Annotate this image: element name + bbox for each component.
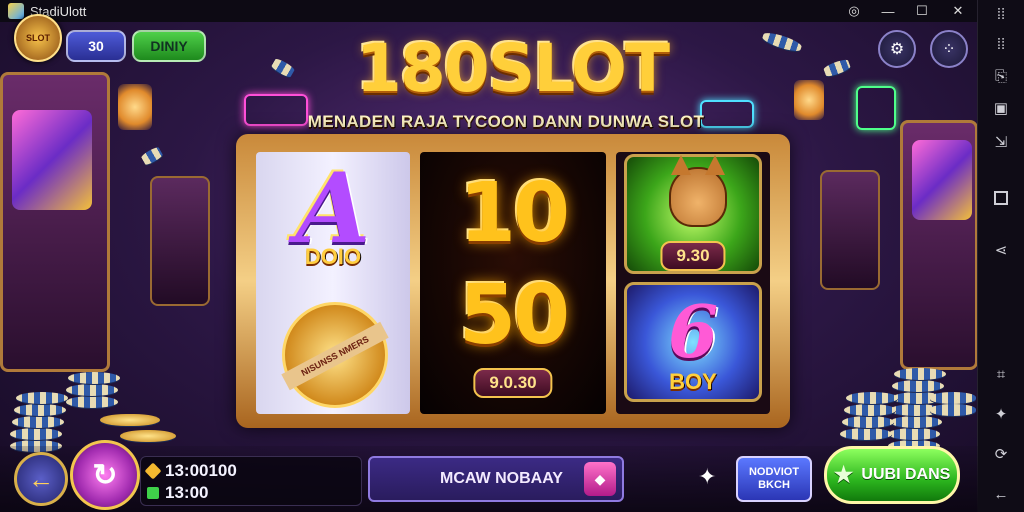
settings-icon[interactable]: ◎ [840,0,868,22]
chip [844,404,896,416]
symbol-number-top: 10 [458,166,570,261]
window-box-icon [994,191,1008,205]
gem-icon [147,487,159,499]
chip [100,414,160,426]
autospin-button[interactable]: ↻ [70,440,140,510]
close-button[interactable]: ✕ [944,0,972,22]
window-title-bar: StadiUlott ◎ — ☐ ✕ [0,0,978,22]
chip [16,392,68,404]
symbol-six: 6 [667,289,719,374]
reel-3: 9.30 6 BOY [616,152,770,414]
floating-coin [140,145,164,167]
balance-panel: 13:00100 13:00 [140,456,362,506]
chip [890,416,942,428]
chip [930,404,976,416]
mode-label-line1: NODVIOT [748,466,800,478]
maximize-button[interactable]: ☐ [908,0,936,22]
reel-frame: A DOIO NISUNSS NMERS 10 50 9.0.30 9.30 6… [236,134,790,428]
slot-machine-mid-right [820,170,880,290]
camera-icon[interactable]: ⌗ [991,364,1011,384]
chip [12,416,64,428]
chip [120,430,176,442]
slot-machine-right-screen [912,140,972,220]
reel-value-tag: 9.0.30 [473,368,553,398]
gold-medal-symbol: NISUNSS NMERS [281,302,389,408]
symbol-number-bottom: 50 [458,268,570,363]
install-apk-icon[interactable]: ⇲ [991,132,1011,152]
six-symbol-tile: 6 BOY [624,282,762,402]
game-logo: 180SLOT [355,30,670,107]
mode-label-line2: BKCH [758,479,790,491]
minimize-button[interactable]: — [874,0,902,22]
chip [840,428,892,440]
back-button[interactable]: ← [14,452,68,506]
dog-symbol-tile: 9.30 [624,154,762,274]
share-icon[interactable]: ⋖ [991,240,1011,260]
rotate-icon[interactable]: ⟳ [991,444,1011,464]
chip [888,428,940,440]
window-icon[interactable] [991,188,1011,208]
bet-label: UUBI DANS [861,466,951,483]
reel-1: A DOIO NISUNSS NMERS [256,152,410,414]
grid-dots-icon[interactable]: ⁞⁞ [991,4,1011,24]
chip [842,416,894,428]
mode-button[interactable]: NODVIOT BKCH [736,456,812,502]
bet-button[interactable]: ★ UUBI DANS [824,446,960,504]
app-icon [8,3,24,19]
balance-row: 13:00100 [144,461,237,481]
reel-2: 10 50 9.0.30 [420,152,606,414]
slot-machine-mid-left [150,176,210,306]
chip [930,392,976,404]
chip [66,384,118,396]
medal-band-label: NISUNSS NMERS [281,321,389,391]
game-subtitle: MENADEN RAJA TYCOON DANN DUNWA SLOT [307,112,705,131]
symbol-label: DOIO [304,244,362,269]
star-icon: ★ [833,462,854,487]
chip [68,372,120,384]
chip [10,428,62,440]
chip [894,368,946,380]
balance-value: 13:00100 [165,461,237,480]
chip [14,404,66,416]
win-row: 13:00 [147,483,208,503]
message-label: MCAW NOBAAY [440,470,563,487]
game-screen: StadiUlott ◎ — ☐ ✕ ⁞⁞ ⁞⁞ ⎘ ▣ ⇲ ⋖ ⌗ ✦ ⟳ ←… [0,0,1024,512]
coin-icon [144,462,162,480]
symbol-boy-label: BOY [669,369,717,394]
sparkle-icon: ✦ [698,464,717,489]
message-box[interactable]: MCAW NOBAAY ◆ [368,456,624,502]
chip [892,380,944,392]
tile-value-tag: 9.30 [660,241,726,271]
shake-icon[interactable]: ✦ [991,404,1011,424]
chat-icon[interactable]: ◆ [584,462,616,496]
chip [846,392,898,404]
win-value: 13:00 [165,483,209,502]
android-back-icon[interactable]: ← [991,484,1011,504]
chip [66,396,118,408]
dog-icon [669,155,727,227]
